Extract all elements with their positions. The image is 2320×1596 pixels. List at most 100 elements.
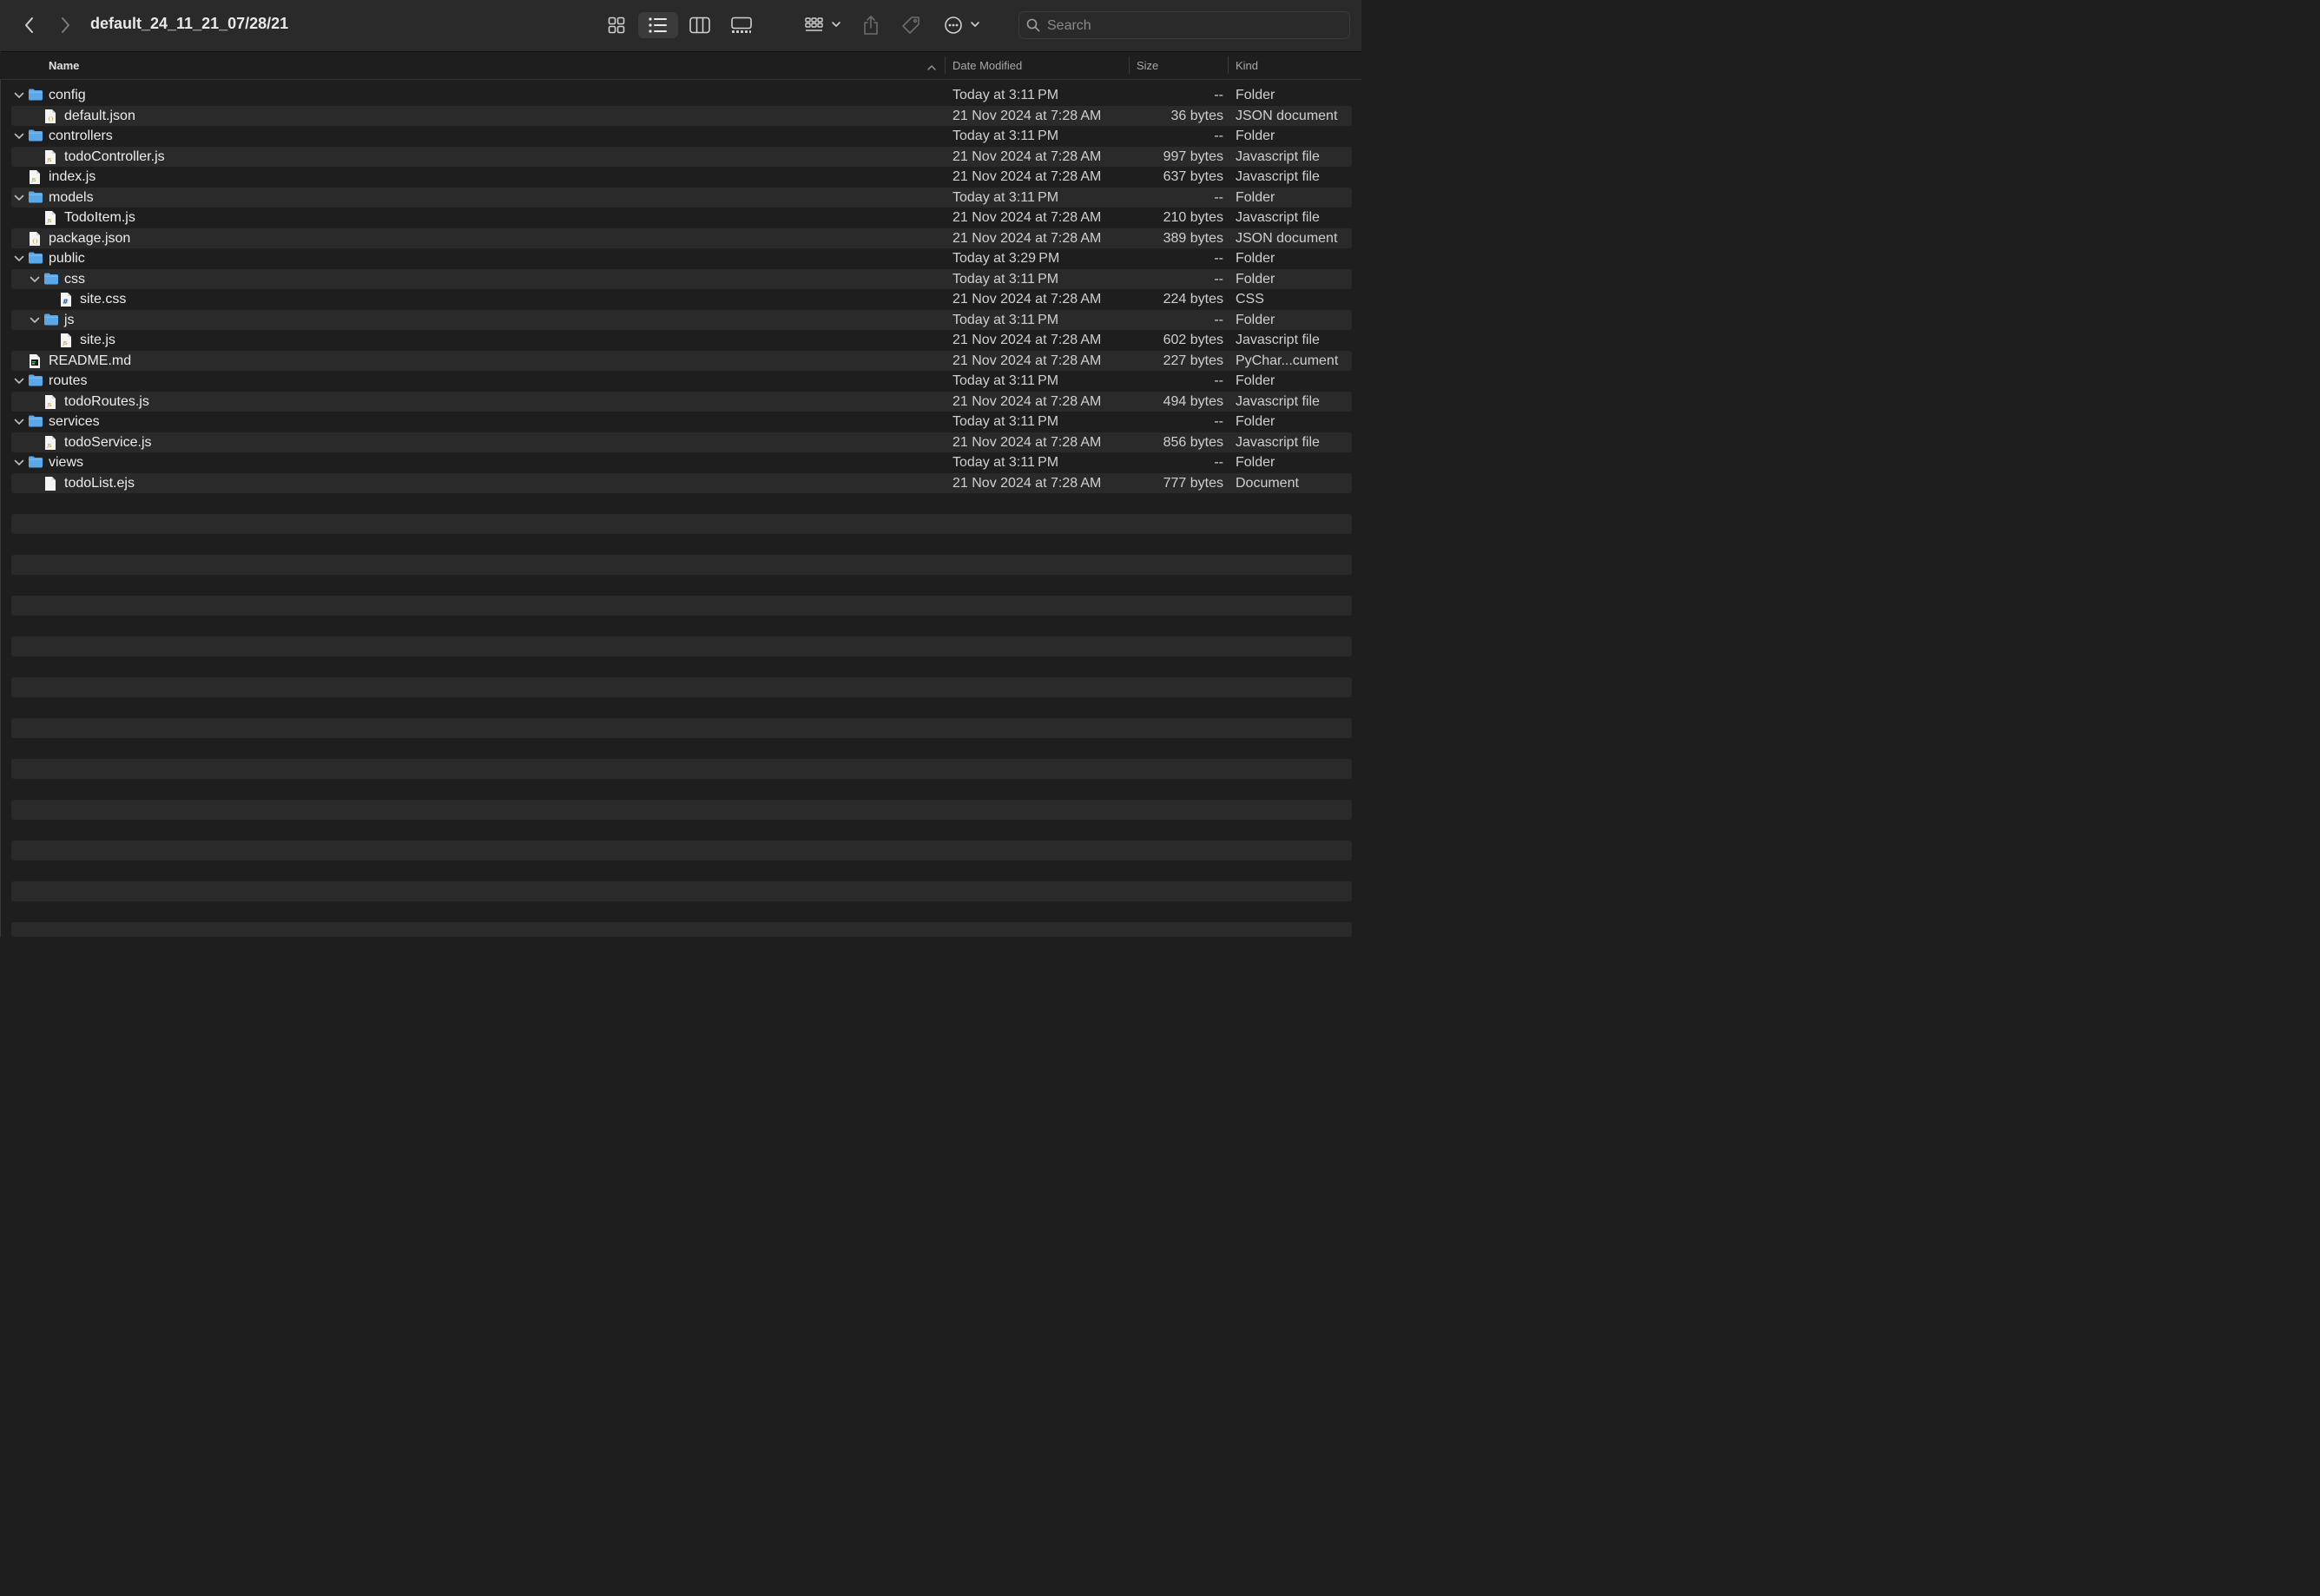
javascript-file-icon: JS (43, 210, 59, 225)
group-by-icon[interactable] (801, 12, 843, 38)
date-modified: 21 Nov 2024 at 7:28 AM (952, 475, 1102, 491)
svg-text:{}: {} (48, 116, 54, 122)
file-kind: JSON document (1236, 230, 1338, 246)
file-name: site.css (80, 292, 127, 307)
tag-icon[interactable] (900, 12, 922, 38)
gallery-view-icon[interactable] (726, 12, 757, 38)
svg-text:#: # (63, 298, 69, 306)
file-name: controllers (49, 129, 113, 143)
file-name: package.json (49, 230, 131, 246)
disclosure-chevron-down-icon[interactable] (14, 376, 24, 386)
chevron-right-icon[interactable] (55, 14, 76, 36)
ellipsis-circle-icon[interactable] (941, 12, 983, 38)
folder-icon (43, 272, 59, 287)
file-kind: Javascript file (1236, 393, 1320, 409)
folder-row[interactable]: css Today at 3:11 PM -- Folder (11, 268, 1352, 289)
file-row[interactable]: JS TodoItem.js 21 Nov 2024 at 7:28 AM 210 b… (11, 208, 1352, 228)
disclosure-chevron-down-icon[interactable] (14, 193, 24, 203)
date-modified: 21 Nov 2024 at 7:28 AM (952, 169, 1102, 184)
svg-text:{}: {} (32, 239, 38, 244)
disclosure-chevron-down-icon[interactable] (14, 458, 24, 468)
toolbar: default_24_11_21_07/28/21 (0, 0, 1361, 52)
empty-row-stripe (11, 840, 1352, 861)
list-view-icon[interactable] (638, 12, 678, 38)
date-modified: Today at 3:11 PM (952, 129, 1059, 143)
file-size: 389 bytes (1163, 230, 1223, 246)
folder-row[interactable]: controllers Today at 3:11 PM -- Folder (11, 126, 1352, 147)
file-row[interactable]: todoList.ejs 21 Nov 2024 at 7:28 AM 777 by… (11, 472, 1352, 493)
file-row[interactable]: JS todoService.js 21 Nov 2024 at 7:28 AM 85… (11, 432, 1352, 452)
disclosure-chevron-down-icon[interactable] (14, 90, 24, 101)
svg-text:JS: JS (47, 403, 52, 408)
file-size: 227 bytes (1163, 353, 1223, 368)
folder-row[interactable]: services Today at 3:11 PM -- Folder (11, 412, 1352, 432)
file-row[interactable]: JS todoController.js 21 Nov 2024 at 7:28 A… (11, 146, 1352, 167)
disclosure-chevron-down-icon[interactable] (30, 315, 40, 326)
column-kind[interactable]: Kind (1236, 59, 1258, 72)
file-kind: JSON document (1236, 108, 1338, 123)
disclosure-chevron-down-icon[interactable] (14, 417, 24, 427)
folder-row[interactable]: views Today at 3:11 PM -- Folder (11, 452, 1352, 473)
file-name: views (49, 455, 84, 470)
column-date-modified[interactable]: Date Modified (952, 59, 1022, 72)
folder-row[interactable]: config Today at 3:11 PM -- Folder (11, 85, 1352, 106)
search-field[interactable] (1018, 11, 1350, 39)
file-size: 777 bytes (1163, 475, 1223, 491)
file-size: 637 bytes (1163, 169, 1223, 184)
search-input[interactable] (1045, 16, 1344, 36)
file-name: README.md (49, 353, 132, 368)
file-name: todoService.js (64, 434, 152, 450)
file-list: config Today at 3:11 PM -- Folder {} default.… (11, 85, 1352, 493)
file-kind: Folder (1236, 373, 1275, 388)
file-row[interactable]: JS site.js 21 Nov 2024 at 7:28 AM 602 bytes… (11, 330, 1352, 351)
file-kind: Javascript file (1236, 148, 1320, 164)
file-name: todoRoutes.js (64, 393, 149, 409)
file-row[interactable]: # site.css 21 Nov 2024 at 7:28 AM 224 bytes… (11, 289, 1352, 310)
empty-row-stripe (11, 880, 1352, 901)
folder-icon (28, 88, 43, 102)
file-row[interactable]: {} default.json 21 Nov 2024 at 7:28 AM 36 b… (11, 105, 1352, 126)
file-name: todoController.js (64, 148, 165, 164)
empty-row-stripe (11, 676, 1352, 697)
markdown-file-icon (28, 353, 43, 368)
folder-icon (28, 251, 43, 266)
file-row[interactable]: README.md 21 Nov 2024 at 7:28 AM 227 bytes… (11, 350, 1352, 371)
file-row[interactable]: JS todoRoutes.js 21 Nov 2024 at 7:28 AM 494… (11, 391, 1352, 412)
disclosure-chevron-down-icon[interactable] (14, 254, 24, 264)
file-size: 856 bytes (1163, 434, 1223, 450)
date-modified: 21 Nov 2024 at 7:28 AM (952, 393, 1102, 409)
file-kind: Folder (1236, 312, 1275, 327)
date-modified: 21 Nov 2024 at 7:28 AM (952, 148, 1102, 164)
column-name[interactable]: Name (49, 59, 79, 72)
folder-row[interactable]: routes Today at 3:11 PM -- Folder (11, 371, 1352, 392)
column-view-icon[interactable] (684, 12, 715, 38)
column-size[interactable]: Size (1137, 59, 1158, 72)
disclosure-chevron-down-icon[interactable] (30, 274, 40, 285)
chevron-left-icon[interactable] (19, 14, 40, 36)
empty-row-stripe (11, 717, 1352, 738)
share-icon[interactable] (860, 12, 882, 38)
column-separator[interactable] (1129, 56, 1130, 74)
window-left-edge (0, 52, 1, 937)
date-modified: Today at 3:11 PM (952, 88, 1059, 102)
file-size: -- (1214, 312, 1223, 327)
empty-row-stripe (11, 921, 1352, 937)
folder-row[interactable]: models Today at 3:11 PM -- Folder (11, 187, 1352, 208)
file-row[interactable]: {} package.json 21 Nov 2024 at 7:28 AM 389 … (11, 228, 1352, 248)
window-title: default_24_11_21_07/28/21 (90, 15, 289, 32)
date-modified: 21 Nov 2024 at 7:28 AM (952, 108, 1102, 123)
file-size: -- (1214, 251, 1223, 266)
folder-row[interactable]: public Today at 3:29 PM -- Folder (11, 248, 1352, 269)
empty-row-stripe (11, 758, 1352, 779)
grid-view-icon[interactable] (601, 12, 632, 38)
date-modified: Today at 3:29 PM (952, 251, 1060, 266)
file-row[interactable]: JS index.js 21 Nov 2024 at 7:28 AM 637 byte… (11, 167, 1352, 188)
folder-row[interactable]: js Today at 3:11 PM -- Folder (11, 309, 1352, 330)
empty-row-stripe (11, 636, 1352, 656)
folder-icon (43, 313, 59, 327)
column-header: Name Date Modified Size Kind (0, 53, 1361, 80)
file-size: -- (1214, 271, 1223, 287)
column-separator[interactable] (945, 56, 946, 74)
disclosure-chevron-down-icon[interactable] (14, 131, 24, 142)
column-separator[interactable] (1228, 56, 1229, 74)
